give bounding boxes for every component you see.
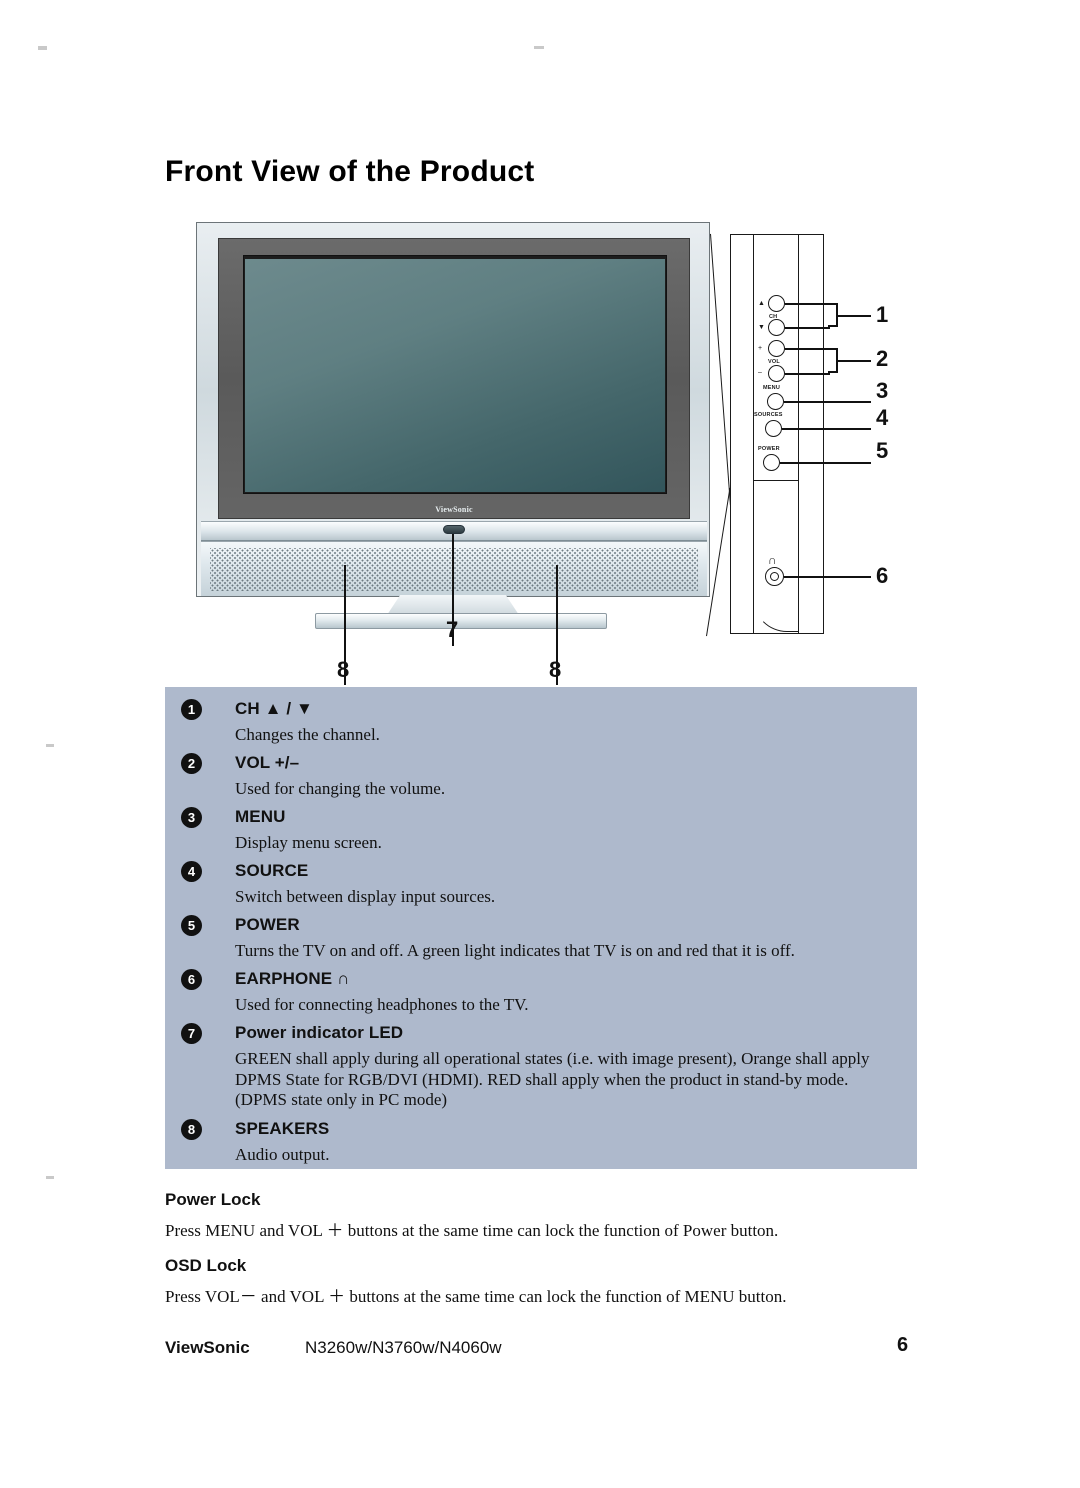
leader-line-1a <box>785 303 830 305</box>
bullet-7: 7 <box>181 1023 202 1044</box>
spec-body-6: Used for connecting headphones to the TV… <box>235 995 529 1014</box>
callout-7: 7 <box>446 617 459 642</box>
spec-heading-8: SPEAKERS <box>235 1119 330 1138</box>
side-control-panel-diagram: ▲ CH ▼ + VOL – MENU SOURCES POWER ∩ 1 2 … <box>706 222 920 642</box>
callout-1: 1 <box>876 302 889 327</box>
scan-artifact <box>46 1176 54 1179</box>
speaker-grille-panel <box>201 541 707 596</box>
leader-line-1b <box>785 327 830 329</box>
power-button[interactable] <box>763 454 780 471</box>
bullet-1: 1 <box>181 699 202 720</box>
spec-body-4: Switch between display input sources. <box>235 887 496 906</box>
callout-5: 5 <box>876 438 889 463</box>
speaker-grille-pattern <box>210 548 698 591</box>
control-description-panel: 1 CH ▲ / ▼ Changes the channel. 2 VOL +/… <box>165 687 917 1169</box>
spec-body-2: Used for changing the volume. <box>235 779 446 798</box>
ch-down-button[interactable] <box>768 319 785 336</box>
tv-screen <box>245 259 665 492</box>
ch-up-arrow-icon: ▲ <box>758 300 765 307</box>
spec-body-1: Changes the channel. <box>235 725 380 744</box>
spec-heading-1: CH ▲ / ▼ <box>235 699 313 718</box>
callout-8-right: 8 <box>549 657 562 682</box>
page-number: 6 <box>897 1334 909 1356</box>
earphone-jack[interactable] <box>765 567 784 586</box>
leader-line-5 <box>780 462 871 464</box>
bullet-8: 8 <box>181 1119 202 1140</box>
callout-2: 2 <box>876 346 889 371</box>
spec-body-3: Display menu screen. <box>235 833 382 852</box>
power-label: POWER <box>758 446 780 452</box>
vol-minus-icon: – <box>758 369 762 376</box>
spec-heading-4: SOURCE <box>235 861 309 880</box>
spec-body-5: Turns the TV on and off. A green light i… <box>235 941 795 960</box>
leader-line-4 <box>782 428 871 430</box>
tv-screen-frame <box>243 255 667 494</box>
spec-heading-2: VOL +/– <box>235 753 300 772</box>
bullet-2: 2 <box>181 753 202 774</box>
osd-lock-heading: OSD Lock <box>165 1256 247 1275</box>
scan-artifact <box>534 46 544 49</box>
callout-8-left: 8 <box>337 657 350 682</box>
spec-heading-7: Power indicator LED <box>235 1023 404 1042</box>
power-lock-heading: Power Lock <box>165 1190 261 1209</box>
leader-line-3 <box>784 401 871 403</box>
ch-up-button[interactable] <box>768 295 785 312</box>
earphone-icon: ∩ <box>768 553 777 567</box>
tv-brand-logo: ViewSonic <box>435 505 473 514</box>
callout-6: 6 <box>876 563 889 588</box>
spec-heading-5: POWER <box>235 915 300 934</box>
leader-line-1 <box>836 315 871 317</box>
scan-artifact <box>38 46 47 50</box>
footer-model-numbers: N3260w/N3760w/N4060w <box>305 1338 502 1357</box>
menu-button[interactable] <box>767 393 784 410</box>
leader-line-6 <box>784 576 871 578</box>
page-title: Front View of the Product <box>165 155 535 188</box>
tv-bezel: ViewSonic <box>218 238 690 519</box>
menu-label: MENU <box>763 385 780 391</box>
scan-artifact <box>46 744 54 747</box>
sources-label: SOURCES <box>754 412 783 418</box>
osd-lock-body: Press VOL－ and VOL ＋ buttons at the same… <box>165 1287 787 1306</box>
product-front-view-figure: ViewSonic 7 8 8 ▲ CH ▼ + VOL – MENU SOUR… <box>196 222 920 685</box>
footer-brand: ViewSonic <box>165 1338 250 1357</box>
callout-4: 4 <box>876 405 889 430</box>
vol-label: VOL <box>768 359 780 365</box>
vol-down-button[interactable] <box>768 365 785 382</box>
vol-up-button[interactable] <box>768 340 785 357</box>
vol-plus-icon: + <box>758 345 763 352</box>
spec-heading-3: MENU <box>235 807 286 826</box>
leader-line-2a <box>785 348 830 350</box>
bullet-3: 3 <box>181 807 202 828</box>
manual-page: Front View of the Product ViewSonic 7 8 <box>0 0 1080 1488</box>
callout-3: 3 <box>876 378 889 403</box>
power-indicator-led <box>443 525 465 534</box>
leader-line-2b <box>785 373 830 375</box>
spec-body-8: Audio output. <box>235 1145 330 1164</box>
bullet-6: 6 <box>181 969 202 990</box>
bullet-5: 5 <box>181 915 202 936</box>
bullet-4: 4 <box>181 861 202 882</box>
tv-stand-base <box>315 613 607 629</box>
spec-heading-6: EARPHONE ∩ <box>235 969 350 988</box>
leader-line-2 <box>836 360 871 362</box>
spec-body-7: GREEN shall apply during all operational… <box>235 1049 870 1110</box>
ch-down-arrow-icon: ▼ <box>758 324 765 331</box>
sources-button[interactable] <box>765 420 782 437</box>
power-lock-body: Press MENU and VOL ＋ buttons at the same… <box>165 1221 779 1240</box>
